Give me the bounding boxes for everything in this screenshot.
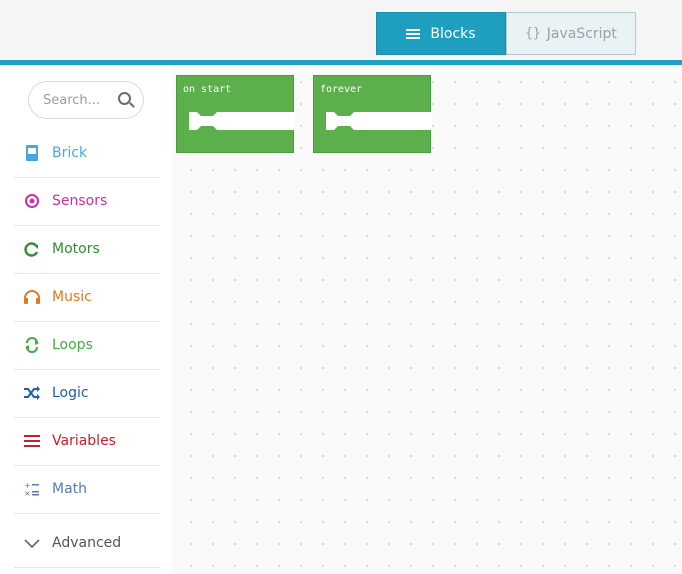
top-toolbar: Blocks {} JavaScript [0,0,682,60]
search-placeholder: Search... [43,92,101,108]
sensor-target-icon [22,193,42,209]
category-sensors[interactable]: Sensors [14,177,159,226]
statement-slot [326,112,432,130]
shuffle-icon [22,385,42,401]
search-icon[interactable] [118,92,131,105]
blocks-workspace[interactable]: on start forever [172,65,682,574]
category-label: Math [52,481,88,497]
category-label: Music [52,289,92,305]
category-label: Loops [52,337,93,353]
search-input[interactable]: Search... [28,81,144,119]
on-start-block[interactable]: on start [176,75,295,153]
block-label: on start [183,84,232,95]
category-math[interactable]: + × Math [14,465,159,514]
headphones-icon [22,289,42,305]
category-label: Logic [52,385,89,401]
blocks-toggle-label: Blocks [430,25,476,42]
category-motors[interactable]: Motors [14,225,159,274]
javascript-toggle-button[interactable]: {} JavaScript [506,12,636,55]
category-label: Advanced [52,535,122,551]
curly-braces-icon: {} [525,26,541,41]
brick-icon [22,144,42,162]
category-label: Sensors [52,193,108,209]
javascript-toggle-label: JavaScript [546,25,617,42]
category-label: Variables [52,433,116,449]
statement-slot [189,112,295,130]
toolbox-sidebar: Search... Brick Sensors Motors Music Loo… [0,65,172,574]
svg-text:×: × [24,489,31,498]
category-advanced[interactable]: Advanced [14,519,159,568]
category-variables[interactable]: Variables [14,417,159,466]
blocks-icon [406,28,422,40]
category-logic[interactable]: Logic [14,369,159,418]
category-loops[interactable]: Loops [14,321,159,370]
category-brick[interactable]: Brick [14,129,159,178]
chevron-down-icon [22,537,42,549]
rotate-icon [22,241,42,257]
category-label: Brick [52,145,88,161]
category-label: Motors [52,241,100,257]
loop-icon [22,337,42,353]
category-music[interactable]: Music [14,273,159,322]
hamburger-icon [22,434,42,448]
block-label: forever [320,84,363,95]
math-operators-icon: + × [22,480,42,498]
blocks-toggle-button[interactable]: Blocks [376,12,506,55]
forever-block[interactable]: forever [313,75,432,153]
